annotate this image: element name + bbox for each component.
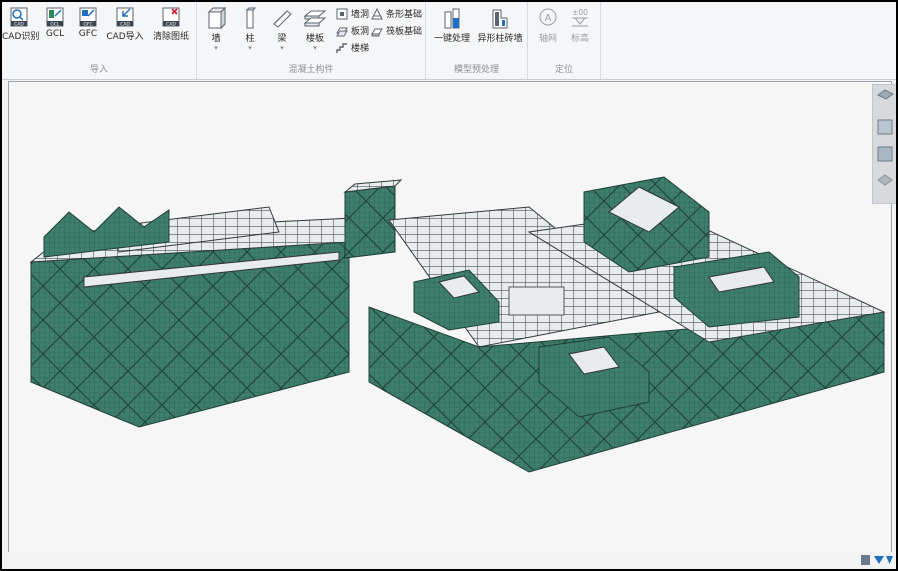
cad-recognize-icon: CAD	[10, 7, 28, 28]
wall-dropdown-icon[interactable]: ▾	[203, 44, 229, 52]
wall-opening-label: 墙洞	[351, 10, 370, 20]
strip-footing-label: 条形基础	[386, 10, 423, 20]
app-window: CAD CAD识别 GCL GCL GFC GFC CAD CAD导入 CAD …	[2, 2, 896, 569]
slab-opening-button[interactable]: 板洞	[336, 24, 369, 37]
slab-button[interactable]: 楼板 ▾	[301, 6, 329, 52]
wall-button[interactable]: 墙 ▾	[203, 6, 229, 52]
cad-import-button[interactable]: CAD CAD导入	[106, 6, 144, 42]
gcl-label: GCL	[45, 29, 65, 39]
svg-text:GCL: GCL	[50, 22, 60, 28]
gfc-label: GFC	[78, 29, 98, 39]
elevation-label: 标高	[570, 34, 589, 44]
raft-footing-icon	[371, 28, 383, 36]
special-column-label: 异形柱砖墙	[477, 34, 523, 44]
group-label-preprocess: 模型预处理	[453, 65, 499, 75]
view-cube-panel	[872, 84, 896, 204]
wall-icon	[207, 6, 227, 30]
gcl-icon: GCL	[46, 7, 64, 28]
3d-viewport[interactable]	[8, 81, 892, 553]
column-button[interactable]: 柱 ▾	[237, 6, 263, 52]
special-column-icon	[492, 9, 508, 29]
ribbon-toolbar: CAD CAD识别 GCL GCL GFC GFC CAD CAD导入 CAD …	[2, 2, 896, 80]
strip-footing-button[interactable]: 条形基础	[371, 7, 422, 20]
wall-label: 墙	[211, 34, 221, 44]
strip-footing-icon	[371, 7, 383, 19]
svg-text:CAD: CAD	[120, 22, 130, 28]
beam-button[interactable]: 梁 ▾	[269, 6, 295, 52]
building-model[interactable]	[9, 82, 891, 552]
group-label-concrete: 混凝土构件	[288, 65, 334, 75]
gcl-import-button[interactable]: GCL GCL	[40, 6, 70, 39]
clear-drawings-label: 清除图纸	[152, 32, 189, 42]
stair-icon	[336, 42, 347, 53]
clear-drawings-icon: CAD	[162, 7, 180, 28]
column-label: 柱	[245, 34, 255, 44]
svg-text:CAD: CAD	[166, 22, 176, 28]
slab-opening-label: 板洞	[351, 27, 370, 37]
slab-label: 楼板	[305, 34, 324, 44]
beam-dropdown-icon[interactable]: ▾	[269, 44, 295, 52]
column-icon	[245, 7, 257, 29]
status-bar	[2, 552, 896, 569]
svg-text:A: A	[545, 13, 552, 24]
axis-label: 轴网	[538, 34, 557, 44]
gfc-import-button[interactable]: GFC GFC	[73, 6, 103, 39]
svg-text:CAD: CAD	[14, 22, 24, 28]
filter-icon[interactable]	[860, 553, 894, 567]
column-dropdown-icon[interactable]: ▾	[237, 44, 263, 52]
wall-opening-button[interactable]: 墙洞	[336, 7, 369, 20]
ribbon-group-preprocess: 一键处理 异形柱砖墙 模型预处理	[426, 2, 528, 79]
ribbon-group-concrete: 墙 ▾ 柱 ▾ 梁 ▾ 楼板 ▾ 墙洞 条形基础 板洞 筏板基础 楼梯 混凝土构…	[197, 2, 426, 79]
cad-import-label: CAD导入	[106, 32, 144, 42]
auto-process-icon	[444, 8, 460, 29]
wall-opening-icon	[336, 8, 348, 19]
ribbon-group-position: A 轴网 ±00 标高 定位	[528, 2, 601, 79]
view-cube-icon[interactable]	[873, 85, 896, 203]
cad-recognize-button[interactable]: CAD CAD识别	[2, 6, 40, 42]
slab-dropdown-icon[interactable]: ▾	[301, 44, 329, 52]
cad-import-icon: CAD	[116, 7, 134, 28]
beam-icon	[273, 10, 292, 28]
auto-process-button[interactable]: 一键处理	[430, 6, 474, 44]
gfc-icon: GFC	[79, 7, 97, 28]
cad-recognize-label: CAD识别	[2, 32, 40, 42]
auto-process-label: 一键处理	[433, 34, 470, 44]
stair-button[interactable]: 楼梯	[336, 41, 369, 54]
slab-icon	[303, 10, 327, 27]
raft-footing-button[interactable]: 筏板基础	[371, 24, 422, 37]
group-label-position: 定位	[554, 65, 573, 75]
svg-text:GFC: GFC	[83, 22, 92, 28]
beam-label: 梁	[277, 34, 287, 44]
slab-opening-icon	[336, 27, 348, 36]
elevation-icon: ±00	[572, 8, 588, 27]
stair-label: 楼梯	[351, 44, 370, 54]
raft-footing-label: 筏板基础	[386, 27, 423, 37]
special-column-button[interactable]: 异形柱砖墙	[476, 6, 524, 44]
elevation-button: ±00 标高	[566, 6, 594, 44]
ribbon-group-import: CAD CAD识别 GCL GCL GFC GFC CAD CAD导入 CAD …	[2, 2, 197, 79]
axis-grid-button: A 轴网	[534, 6, 562, 44]
clear-drawings-button[interactable]: CAD 清除图纸	[150, 6, 192, 42]
group-label-import: 导入	[89, 65, 108, 75]
axis-icon: A	[539, 8, 557, 26]
svg-text:±00: ±00	[572, 8, 588, 17]
